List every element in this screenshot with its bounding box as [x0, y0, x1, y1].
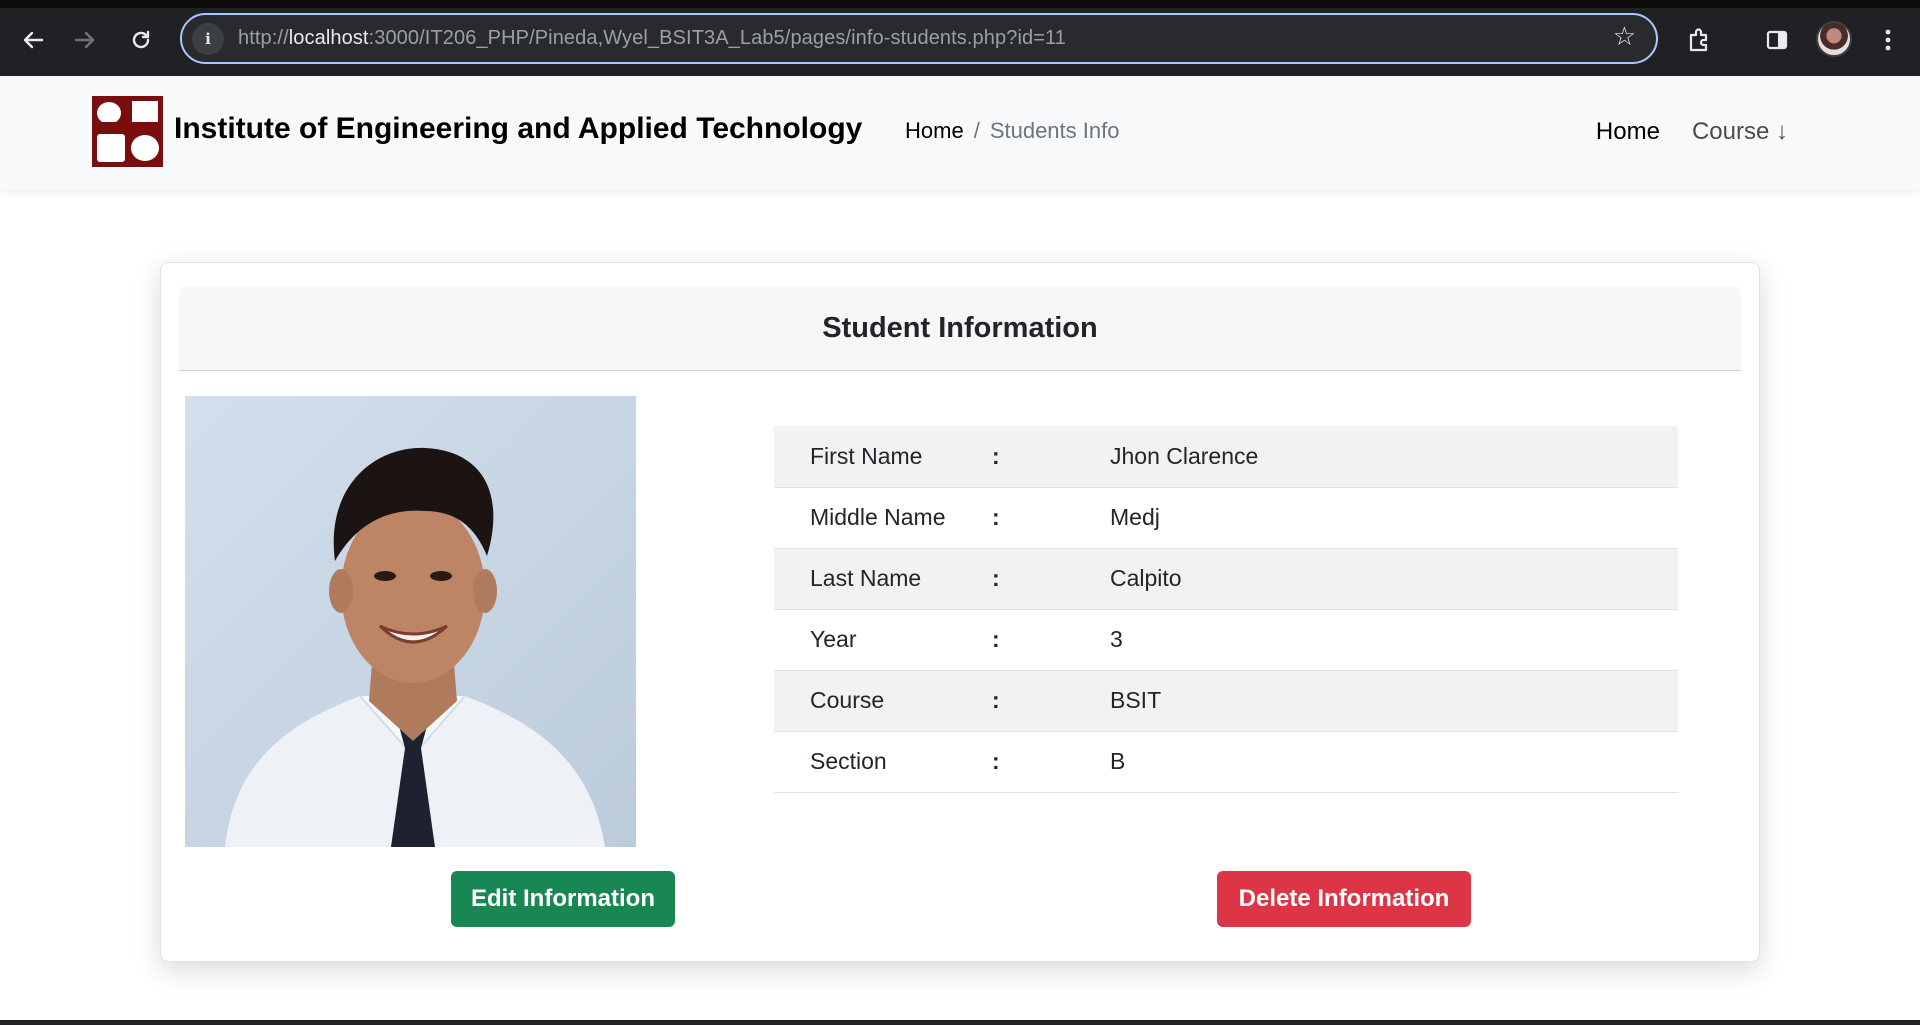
back-icon[interactable] — [15, 22, 51, 58]
field-label: Year — [774, 609, 992, 671]
institute-logo[interactable] — [92, 96, 163, 167]
tab-strip-edge — [0, 0, 1920, 8]
student-photo — [185, 396, 636, 847]
table-row: Course : BSIT — [774, 670, 1678, 732]
breadcrumb: Home / Students Info — [905, 118, 1119, 144]
nav-course-dropdown[interactable]: Course ↓ — [1692, 118, 1788, 146]
window-bottom-edge — [0, 1020, 1920, 1025]
field-colon: : — [992, 670, 1110, 732]
breadcrumb-separator: / — [973, 118, 980, 143]
field-value: BSIT — [1110, 670, 1678, 732]
site-info-icon[interactable]: i — [192, 22, 224, 55]
table-row: Middle Name : Medj — [774, 487, 1678, 549]
field-label: Middle Name — [774, 487, 992, 549]
side-panel-icon[interactable] — [1759, 22, 1795, 58]
field-label: Section — [774, 731, 992, 793]
card-header: Student Information — [179, 287, 1741, 371]
forward-icon[interactable] — [67, 22, 103, 58]
url-scheme: http:// — [238, 27, 289, 49]
field-colon: : — [992, 548, 1110, 610]
star-icon[interactable]: ☆ — [1613, 24, 1636, 50]
table-row: Last Name : Calpito — [774, 548, 1678, 610]
table-row: First Name : Jhon Clarence — [774, 426, 1678, 488]
nav-links: Home Course ↓ — [1596, 118, 1788, 146]
card-title: Student Information — [822, 312, 1098, 344]
student-details-table: First Name : Jhon Clarence Middle Name :… — [774, 426, 1678, 793]
field-label: Course — [774, 670, 992, 732]
table-row: Year : 3 — [774, 609, 1678, 671]
field-value: 3 — [1110, 609, 1678, 671]
url-path: :3000/IT206_PHP/Pineda,Wyel_BSIT3A_Lab5/… — [368, 27, 1066, 49]
field-colon: : — [992, 731, 1110, 793]
more-menu-icon[interactable] — [1870, 22, 1906, 58]
breadcrumb-active: Students Info — [989, 118, 1120, 143]
student-info-card: Student Information First Name: Jhon Cl… — [160, 262, 1760, 962]
field-label: First Name — [774, 426, 992, 488]
field-label: Last Name — [774, 548, 992, 610]
profile-avatar[interactable] — [1816, 21, 1852, 57]
field-colon: : — [992, 609, 1110, 671]
url-host: localhost — [288, 27, 369, 49]
field-value: Calpito — [1110, 548, 1678, 610]
edit-information-button[interactable]: Edit Information — [451, 871, 675, 927]
brand-title[interactable]: Institute of Engineering and Applied Tec… — [174, 112, 862, 146]
breadcrumb-home[interactable]: Home — [905, 118, 964, 143]
field-colon: : — [992, 487, 1110, 549]
extensions-icon[interactable] — [1681, 22, 1717, 58]
field-colon: : — [992, 426, 1110, 488]
nav-home-link[interactable]: Home — [1596, 118, 1660, 146]
field-value: Jhon Clarence — [1110, 426, 1678, 488]
address-bar[interactable]: i http://localhost:3000/IT206_PHP/Pineda… — [180, 13, 1658, 64]
delete-information-button[interactable]: Delete Information — [1217, 871, 1471, 927]
reload-icon[interactable] — [123, 22, 159, 58]
field-value: B — [1110, 731, 1678, 793]
table-row: Section : B — [774, 731, 1678, 793]
site-navbar: Institute of Engineering and Applied Tec… — [0, 76, 1920, 190]
url-text[interactable]: http://localhost:3000/IT206_PHP/Pineda,W… — [238, 27, 1066, 50]
field-value: Medj — [1110, 487, 1678, 549]
browser-toolbar: i http://localhost:3000/IT206_PHP/Pineda… — [0, 0, 1920, 76]
